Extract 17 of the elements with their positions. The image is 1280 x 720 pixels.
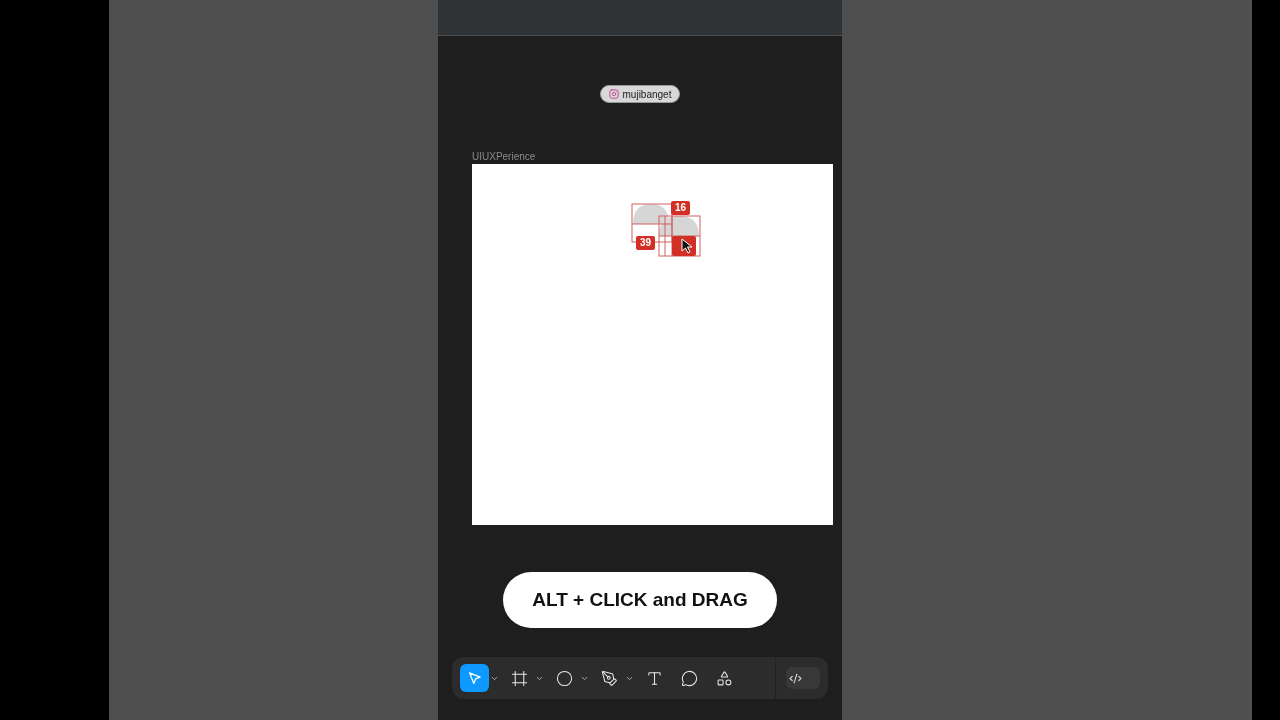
shapes-icon [716, 669, 733, 687]
dev-mode-toggle[interactable] [786, 667, 820, 689]
instagram-icon [608, 89, 619, 99]
measurement-label: 39 [636, 236, 656, 250]
frame-icon [511, 669, 528, 687]
username: mujibanget [622, 87, 672, 102]
comment-icon [681, 669, 698, 687]
code-icon [789, 671, 802, 685]
measurement-label: 16 [671, 201, 691, 215]
frame-name: UIUXPerience [472, 150, 537, 163]
cursor-icon [681, 238, 695, 254]
pointer-icon [466, 669, 483, 687]
circle-icon [556, 669, 573, 687]
tool-button[interactable] [460, 664, 489, 692]
caption: ALT + CLICK and DRAG [532, 587, 748, 612]
text-icon [646, 669, 663, 687]
pen-icon [601, 669, 618, 687]
